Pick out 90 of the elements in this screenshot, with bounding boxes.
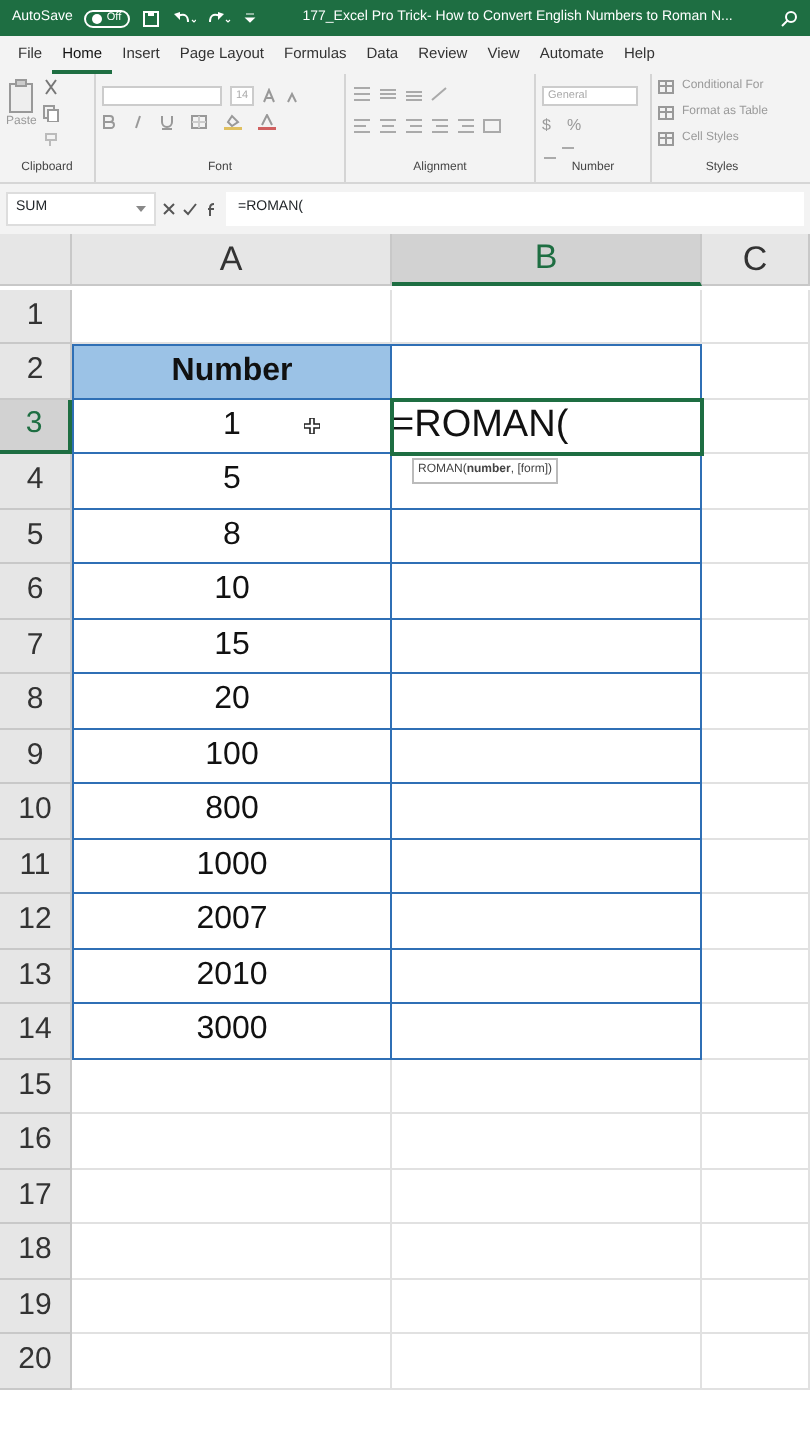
cell[interactable]: 100 <box>72 729 392 784</box>
cell[interactable] <box>392 949 702 1004</box>
cell-text: 3000 <box>196 1010 268 1051</box>
table-icon <box>658 132 674 146</box>
borders-icon[interactable] <box>190 114 208 130</box>
row-header[interactable]: 5 <box>0 509 72 564</box>
row-header[interactable]: 4 <box>0 454 72 509</box>
row-header[interactable]: 2 <box>0 344 72 399</box>
save-icon[interactable] <box>141 9 160 27</box>
paste-icon[interactable] <box>7 78 36 114</box>
column-header[interactable]: C <box>702 234 810 286</box>
cell[interactable] <box>392 454 702 509</box>
cursor-icon <box>304 417 320 434</box>
cell-text: 2007 <box>196 900 268 941</box>
row-header[interactable]: 8 <box>0 674 72 729</box>
row-header[interactable]: 13 <box>0 949 72 1004</box>
cell[interactable] <box>392 344 702 399</box>
cell-text: 5 <box>223 460 241 501</box>
row-header[interactable]: 20 <box>0 1334 72 1389</box>
cell-text: 1 <box>223 405 241 446</box>
align-top-icon[interactable] <box>352 86 452 102</box>
cell[interactable] <box>392 839 702 894</box>
row-header[interactable]: 11 <box>0 839 72 894</box>
font-name-field[interactable] <box>102 86 222 106</box>
shrink-font-icon[interactable] <box>286 88 303 104</box>
row-header[interactable]: 16 <box>0 1114 72 1169</box>
select-all-corner[interactable] <box>0 234 72 286</box>
function-icon[interactable] <box>204 201 220 217</box>
cell[interactable] <box>392 619 702 674</box>
cell-text: 10 <box>214 570 250 611</box>
redo-icon[interactable] <box>207 9 232 27</box>
cell-text: 2010 <box>196 955 268 996</box>
cell-text: 800 <box>205 790 259 831</box>
cell[interactable] <box>392 729 702 784</box>
cell[interactable]: 1 <box>72 399 392 454</box>
cell-text: =ROMAN( <box>392 401 569 449</box>
font-color-icon[interactable] <box>258 114 276 130</box>
cell[interactable]: 2007 <box>72 894 392 949</box>
cell[interactable] <box>392 1004 702 1059</box>
dropdown-icon[interactable] <box>243 12 256 24</box>
fill-color-icon[interactable] <box>224 114 242 130</box>
table-icon <box>658 80 674 94</box>
row-header[interactable]: 7 <box>0 619 72 674</box>
row-header[interactable]: 10 <box>0 784 72 839</box>
cell[interactable]: 20 <box>72 674 392 729</box>
column-header[interactable]: A <box>72 234 392 286</box>
cell[interactable] <box>392 894 702 949</box>
cell[interactable]: 3000 <box>72 1004 392 1059</box>
row-header[interactable]: 15 <box>0 1059 72 1114</box>
row-header[interactable]: 9 <box>0 729 72 784</box>
row-header[interactable]: 1 <box>0 289 72 344</box>
cancel-icon[interactable] <box>162 202 176 216</box>
row-header[interactable]: 6 <box>0 564 72 619</box>
cell[interactable]: 10 <box>72 564 392 619</box>
undo-icon[interactable] <box>171 9 196 27</box>
cell[interactable]: 800 <box>72 784 392 839</box>
cell[interactable] <box>392 784 702 839</box>
cut-icon[interactable] <box>42 78 61 96</box>
row-header[interactable]: 17 <box>0 1169 72 1224</box>
cell[interactable]: Number <box>72 344 392 399</box>
row-header[interactable]: 19 <box>0 1279 72 1334</box>
row-header[interactable]: 18 <box>0 1224 72 1279</box>
enter-icon[interactable] <box>182 202 198 216</box>
cell[interactable] <box>392 674 702 729</box>
row-header[interactable]: 12 <box>0 894 72 949</box>
grow-font-icon[interactable] <box>262 88 279 104</box>
cell[interactable]: 15 <box>72 619 392 674</box>
search-icon[interactable] <box>780 9 798 27</box>
row-header[interactable]: 3 <box>0 399 72 454</box>
cell[interactable] <box>392 564 702 619</box>
dropdown-icon[interactable] <box>136 205 146 213</box>
format-painter-icon[interactable] <box>42 130 61 148</box>
cell[interactable]: 1000 <box>72 839 392 894</box>
underline-icon[interactable] <box>160 114 174 130</box>
cell-text: 1000 <box>196 845 268 886</box>
cell-text: 8 <box>223 515 241 556</box>
cell-text: 15 <box>214 625 250 666</box>
cell[interactable]: 5 <box>72 454 392 509</box>
row-header[interactable]: 14 <box>0 1004 72 1059</box>
table-icon <box>658 106 674 120</box>
italic-icon[interactable] <box>132 114 144 130</box>
column-header[interactable]: B <box>392 234 702 286</box>
cell[interactable]: 2010 <box>72 949 392 1004</box>
copy-icon[interactable] <box>42 104 61 122</box>
cell-text: 100 <box>205 735 259 776</box>
cell-text: Number <box>171 351 293 392</box>
cell-text: 20 <box>214 680 250 721</box>
cell[interactable] <box>392 509 702 564</box>
bold-icon[interactable] <box>102 114 116 130</box>
cell[interactable]: 8 <box>72 509 392 564</box>
